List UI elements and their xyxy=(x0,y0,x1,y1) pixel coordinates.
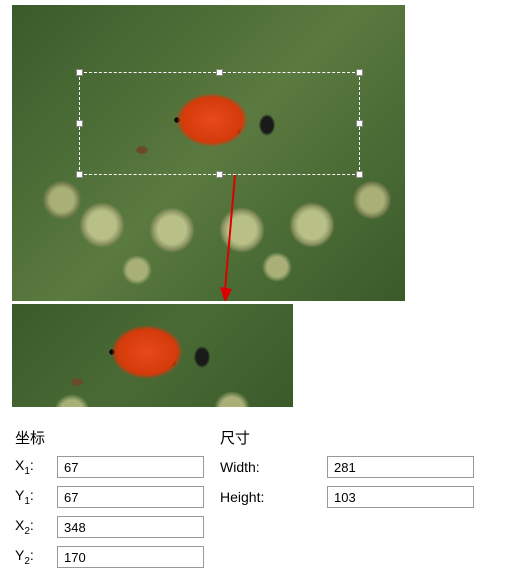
x1-input[interactable] xyxy=(57,456,204,478)
resize-handle-w[interactable] xyxy=(76,120,83,127)
height-input[interactable] xyxy=(327,486,474,508)
resize-handle-s[interactable] xyxy=(216,171,223,178)
y1-label: Y1: xyxy=(15,487,57,507)
y2-input[interactable] xyxy=(57,546,204,568)
resize-handle-se[interactable] xyxy=(356,171,363,178)
y2-label: Y2: xyxy=(15,547,57,567)
height-label: Height: xyxy=(220,489,285,505)
x2-input[interactable] xyxy=(57,516,204,538)
y1-input[interactable] xyxy=(57,486,204,508)
cropped-preview-image xyxy=(12,304,293,407)
size-section-header: 尺寸 xyxy=(220,427,420,448)
coord-section-header: 坐标 xyxy=(15,427,220,448)
width-label: Width: xyxy=(220,459,285,475)
source-image[interactable] xyxy=(12,5,405,301)
resize-handle-ne[interactable] xyxy=(356,69,363,76)
resize-handle-n[interactable] xyxy=(216,69,223,76)
arrow-icon xyxy=(220,175,250,301)
crop-selection-box[interactable] xyxy=(79,72,360,175)
resize-handle-e[interactable] xyxy=(356,120,363,127)
x2-label: X2: xyxy=(15,517,57,537)
resize-handle-sw[interactable] xyxy=(76,171,83,178)
width-input[interactable] xyxy=(327,456,474,478)
x1-label: X1: xyxy=(15,457,57,477)
resize-handle-nw[interactable] xyxy=(76,69,83,76)
crop-info-panel: 坐标 尺寸 X1: Width: Y1: Height: X2: Y2: xyxy=(15,425,495,569)
